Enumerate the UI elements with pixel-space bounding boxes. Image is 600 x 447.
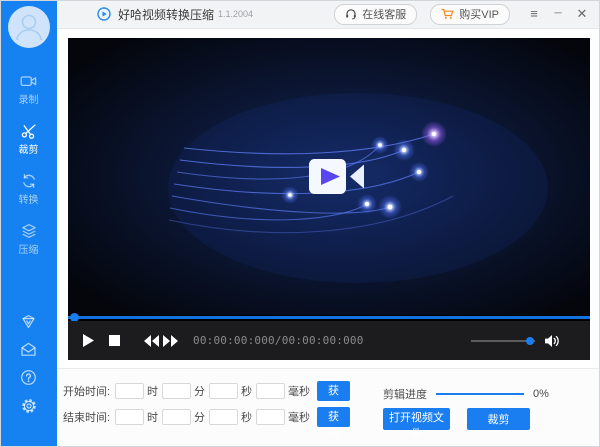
trim-progress-bar bbox=[436, 393, 524, 395]
sidebar-item-label: 压缩 bbox=[19, 241, 39, 256]
titlebar-actions: 在线客服 购买VIP ≡ ─ ✕ bbox=[321, 0, 600, 28]
online-support-label: 在线客服 bbox=[362, 6, 406, 22]
get-end-time-button[interactable]: 获取 bbox=[317, 407, 350, 427]
hour-unit-label: 时 bbox=[147, 409, 158, 425]
speaker-icon[interactable] bbox=[544, 334, 560, 348]
ms-unit-label: 毫秒 bbox=[288, 409, 310, 425]
sidebar-item-convert[interactable]: 转换 bbox=[0, 173, 57, 206]
sidebar-item-record[interactable]: 录制 bbox=[0, 73, 57, 106]
user-avatar[interactable] bbox=[8, 6, 50, 48]
help-icon[interactable] bbox=[20, 369, 37, 386]
start-ms-input[interactable] bbox=[256, 383, 285, 399]
volume-slider[interactable] bbox=[471, 340, 535, 342]
vip-diamond-icon[interactable] bbox=[20, 313, 37, 330]
end-second-input[interactable] bbox=[209, 409, 238, 425]
app-version: 1.1.2004 bbox=[218, 9, 253, 19]
sidebar-item-trim[interactable]: 裁剪 bbox=[0, 123, 57, 156]
start-second-input[interactable] bbox=[209, 383, 238, 399]
cart-icon bbox=[441, 8, 454, 20]
sidebar: 录制 裁剪 转换 bbox=[0, 0, 57, 447]
app-logo-icon bbox=[97, 7, 111, 21]
end-minute-input[interactable] bbox=[162, 409, 191, 425]
buy-vip-button[interactable]: 购买VIP bbox=[430, 4, 510, 25]
start-time-label: 开始时间: bbox=[63, 383, 115, 399]
player-controls: 00:00:00:000/00:00:00:000 bbox=[68, 321, 590, 360]
trim-action-button[interactable]: 裁剪 bbox=[467, 408, 530, 430]
minute-unit-label: 分 bbox=[194, 383, 205, 399]
sidebar-item-label: 录制 bbox=[19, 91, 39, 106]
person-icon bbox=[8, 6, 50, 48]
second-unit-label: 秒 bbox=[241, 383, 252, 399]
end-time-row: 结束时间: 时 分 秒 毫秒 获取 bbox=[63, 407, 350, 427]
fast-forward-button[interactable] bbox=[163, 335, 178, 347]
end-ms-input[interactable] bbox=[256, 409, 285, 425]
record-camera-icon bbox=[20, 73, 37, 89]
online-support-button[interactable]: 在线客服 bbox=[334, 4, 417, 25]
menu-button[interactable]: ≡ bbox=[522, 0, 546, 28]
trim-progress-label: 剪辑进度 bbox=[383, 386, 427, 402]
stop-button[interactable] bbox=[109, 335, 120, 346]
buy-vip-label: 购买VIP bbox=[459, 6, 499, 22]
minimize-button[interactable]: ─ bbox=[546, 0, 570, 28]
app-title: 好哈视频转换压缩 bbox=[118, 6, 214, 23]
start-hour-input[interactable] bbox=[115, 383, 144, 399]
scissors-icon bbox=[21, 123, 37, 139]
volume-control bbox=[471, 334, 560, 348]
second-unit-label: 秒 bbox=[241, 409, 252, 425]
settings-gear-icon[interactable] bbox=[20, 397, 38, 414]
hour-unit-label: 时 bbox=[147, 383, 158, 399]
get-start-time-button[interactable]: 获取 bbox=[317, 381, 350, 401]
trim-panel: 开始时间: 时 分 秒 毫秒 获取 结束时间: 时 分 秒 毫秒 获取 剪辑进度 bbox=[57, 369, 600, 447]
ms-unit-label: 毫秒 bbox=[288, 383, 310, 399]
rewind-button[interactable] bbox=[144, 335, 159, 347]
sidebar-nav: 录制 裁剪 转换 bbox=[0, 73, 57, 273]
video-player: 00:00:00:000/00:00:00:000 bbox=[68, 38, 590, 360]
end-time-label: 结束时间: bbox=[63, 409, 115, 425]
sidebar-bottom-icons bbox=[0, 313, 57, 414]
seek-track bbox=[68, 316, 590, 319]
video-preview-canvas bbox=[68, 38, 590, 315]
close-button[interactable]: ✕ bbox=[570, 0, 594, 28]
sidebar-item-label: 转换 bbox=[19, 191, 39, 206]
convert-arrows-icon bbox=[21, 173, 37, 189]
trim-progress-value: 0% bbox=[533, 388, 549, 400]
sidebar-item-label: 裁剪 bbox=[19, 141, 39, 156]
titlebar: 好哈视频转换压缩 1.1.2004 在线客服 购买VIP bbox=[57, 0, 600, 29]
sidebar-item-compress[interactable]: 压缩 bbox=[0, 223, 57, 256]
trim-progress-row: 剪辑进度 0% bbox=[383, 386, 549, 402]
open-video-file-button[interactable]: 打开视频文件 bbox=[383, 408, 450, 430]
app-window: 录制 裁剪 转换 bbox=[0, 0, 600, 447]
play-button[interactable] bbox=[83, 334, 94, 347]
layers-icon bbox=[21, 223, 37, 239]
start-time-row: 开始时间: 时 分 秒 毫秒 获取 bbox=[63, 381, 350, 401]
volume-thumb[interactable] bbox=[526, 337, 534, 345]
time-display: 00:00:00:000/00:00:00:000 bbox=[193, 334, 364, 347]
end-hour-input[interactable] bbox=[115, 409, 144, 425]
headset-icon bbox=[345, 8, 357, 20]
start-minute-input[interactable] bbox=[162, 383, 191, 399]
mailbox-icon[interactable] bbox=[20, 341, 37, 358]
minute-unit-label: 分 bbox=[194, 409, 205, 425]
